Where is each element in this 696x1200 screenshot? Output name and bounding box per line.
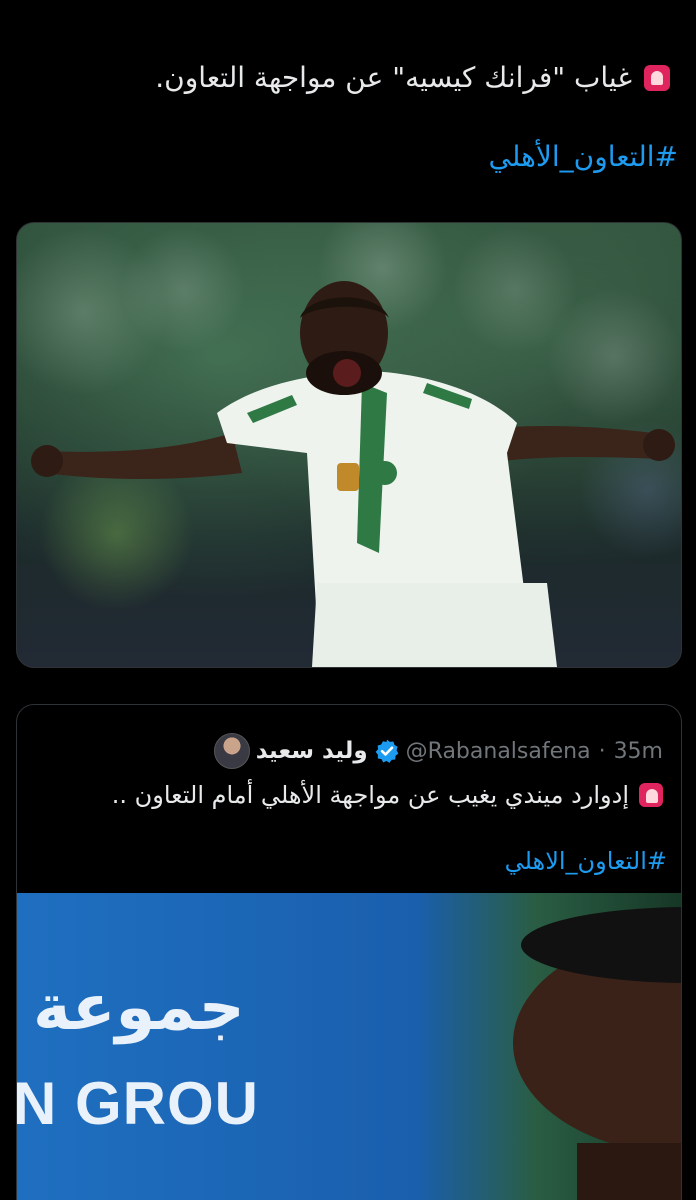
quoted-tweet-text: إدوارد ميندي يغيب عن مواجهة الأهلي أمام …	[43, 775, 663, 815]
quoted-tweet-image[interactable]: جموعة N GROU	[17, 893, 681, 1200]
celebrating-player-image	[31, 281, 675, 667]
quoted-hashtag-link[interactable]: #التعاون_الاهلي	[505, 847, 667, 875]
quoted-tweet-timestamp[interactable]: 35m	[614, 739, 663, 764]
post-text: غياب "فرانك كيسيه" عن مواجهة التعاون.	[30, 56, 670, 100]
verified-badge-icon	[375, 739, 399, 763]
goalkeeper-portrait-image	[513, 907, 681, 1200]
post-text-body: غياب "فرانك كيسيه" عن مواجهة التعاون.	[155, 61, 632, 94]
post-image[interactable]	[16, 222, 682, 668]
post-hashtag-link[interactable]: #التعاون_الأهلي	[489, 140, 678, 173]
quoted-tweet-header: وليد سعيد @Rabanalsafena · 35m	[213, 731, 663, 771]
dot-separator: ·	[598, 738, 606, 764]
avatar[interactable]	[213, 733, 250, 769]
quoted-tweet-body: إدوارد ميندي يغيب عن مواجهة الأهلي أمام …	[111, 781, 629, 809]
quoted-tweet-card[interactable]: وليد سعيد @Rabanalsafena · 35m إدوارد مي…	[16, 704, 682, 1200]
quoted-author-name[interactable]: وليد سعيد	[256, 738, 368, 764]
police-car-light-icon	[639, 783, 663, 807]
police-car-light-icon	[644, 65, 670, 91]
post-detail: غياب "فرانك كيسيه" عن مواجهة التعاون. #ا…	[0, 0, 696, 1200]
quoted-author-handle[interactable]: @Rabanalsafena	[406, 739, 591, 764]
